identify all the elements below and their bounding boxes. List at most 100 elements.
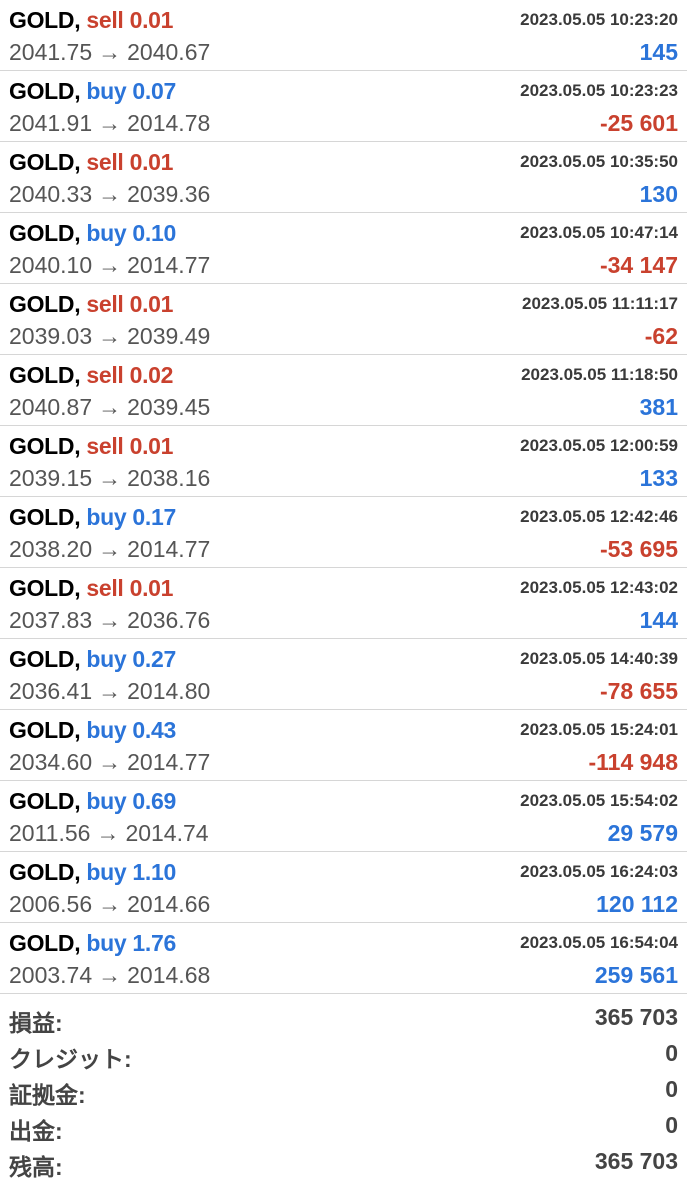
summary-row-credit: クレジット: 0 [0, 1036, 687, 1072]
deal-time: 2023.05.05 16:54:04 [520, 933, 678, 952]
deal-side-volume: sell 0.02 [86, 362, 174, 388]
deal-open-price: 2011.56 [9, 820, 91, 846]
deal-open-price: 2037.83 [9, 607, 93, 633]
deal-close-price: 2036.76 [127, 607, 211, 633]
deal-title: GOLD, buy 0.07 [9, 78, 176, 105]
deal-time: 2023.05.05 14:40:39 [520, 649, 678, 668]
summary-row-profit: 損益: 365 703 [0, 1000, 687, 1036]
deal-close-price: 2039.45 [127, 394, 211, 420]
deal-side-volume: sell 0.01 [86, 291, 174, 317]
deal-row[interactable]: GOLD, sell 0.01 2023.05.05 12:00:59 2039.15… [0, 426, 687, 497]
arrow-right-icon: → [98, 181, 122, 207]
deal-close-price: 2014.77 [127, 536, 211, 562]
deal-side-volume: sell 0.01 [86, 433, 174, 459]
deal-prices: 2036.41 → 2014.80 [9, 678, 210, 705]
deal-side-volume: buy 0.07 [86, 78, 176, 104]
deal-row[interactable]: GOLD, buy 1.76 2023.05.05 16:54:04 2003.74 →… [0, 923, 687, 994]
arrow-right-icon: → [98, 536, 122, 562]
deal-row[interactable]: GOLD, sell 0.02 2023.05.05 11:18:50 2040.87… [0, 355, 687, 426]
deal-profit: -78 655 [599, 678, 678, 704]
deal-time: 2023.05.05 16:24:03 [520, 862, 678, 881]
deal-symbol: GOLD, [9, 291, 81, 317]
deal-prices: 2034.60 → 2014.77 [9, 749, 210, 776]
arrow-right-icon: → [98, 891, 122, 917]
arrow-right-icon: → [98, 323, 122, 349]
deal-open-price: 2039.03 [9, 323, 93, 349]
deal-title: GOLD, sell 0.01 [9, 291, 173, 318]
deal-time: 2023.05.05 10:35:50 [520, 152, 678, 171]
summary-balance-value: 365 703 [594, 1148, 678, 1174]
deal-symbol: GOLD, [9, 717, 81, 743]
deal-open-price: 2036.41 [9, 678, 93, 704]
arrow-right-icon: → [98, 394, 122, 420]
deal-time: 2023.05.05 10:23:23 [520, 81, 678, 100]
deal-side-volume: sell 0.01 [86, 149, 174, 175]
account-summary: 損益: 365 703 クレジット: 0 証拠金: 0 出金: 0 残高: 36… [0, 994, 687, 1180]
deal-profit: 381 [639, 394, 678, 420]
deal-title: GOLD, sell 0.01 [9, 149, 173, 176]
deal-row[interactable]: GOLD, buy 0.10 2023.05.05 10:47:14 2040.10 →… [0, 213, 687, 284]
deal-side-volume: sell 0.01 [86, 7, 174, 33]
deal-close-price: 2014.77 [127, 252, 211, 278]
deal-row[interactable]: GOLD, sell 0.01 2023.05.05 12:43:02 2037.83… [0, 568, 687, 639]
deal-time: 2023.05.05 12:42:46 [520, 507, 678, 526]
deal-row[interactable]: GOLD, sell 0.01 2023.05.05 11:11:17 2039.03… [0, 284, 687, 355]
deal-open-price: 2041.75 [9, 39, 93, 65]
summary-row-deposit: 証拠金: 0 [0, 1072, 687, 1108]
arrow-right-icon: → [98, 39, 122, 65]
summary-deposit-label: 証拠金: [9, 1082, 86, 1108]
deal-open-price: 2040.10 [9, 252, 93, 278]
deal-open-price: 2040.33 [9, 181, 93, 207]
arrow-right-icon: → [98, 110, 122, 136]
deal-close-price: 2014.68 [127, 962, 211, 988]
deal-symbol: GOLD, [9, 504, 81, 530]
deal-profit: 120 112 [596, 891, 678, 917]
deal-title: GOLD, sell 0.01 [9, 7, 173, 34]
deal-profit: 130 [639, 181, 678, 207]
deal-title: GOLD, buy 0.69 [9, 788, 176, 815]
arrow-right-icon: → [98, 678, 122, 704]
deal-row[interactable]: GOLD, buy 0.17 2023.05.05 12:42:46 2038.20 →… [0, 497, 687, 568]
summary-profit-value: 365 703 [594, 1004, 678, 1030]
deal-prices: 2040.10 → 2014.77 [9, 252, 210, 279]
deal-prices: 2011.56 → 2014.74 [9, 820, 209, 847]
deal-close-price: 2039.49 [127, 323, 211, 349]
arrow-right-icon: → [96, 820, 120, 846]
deal-row[interactable]: GOLD, sell 0.01 2023.05.05 10:23:20 2041.75… [0, 0, 687, 71]
deal-profit: 259 561 [594, 962, 678, 988]
deal-row[interactable]: GOLD, buy 0.43 2023.05.05 15:24:01 2034.60 →… [0, 710, 687, 781]
deal-prices: 2038.20 → 2014.77 [9, 536, 210, 563]
deal-row[interactable]: GOLD, buy 0.07 2023.05.05 10:23:23 2041.91 →… [0, 71, 687, 142]
arrow-right-icon: → [98, 962, 122, 988]
deal-title: GOLD, buy 0.27 [9, 646, 176, 673]
summary-profit-label: 損益: [9, 1010, 63, 1036]
deal-close-price: 2014.78 [127, 110, 211, 136]
deal-profit: -62 [644, 323, 678, 349]
deal-row[interactable]: GOLD, buy 1.10 2023.05.05 16:24:03 2006.56 →… [0, 852, 687, 923]
deal-list: GOLD, sell 0.01 2023.05.05 10:23:20 2041.75… [0, 0, 687, 994]
deal-prices: 2003.74 → 2014.68 [9, 962, 210, 989]
deal-close-price: 2039.36 [127, 181, 211, 207]
deal-row[interactable]: GOLD, sell 0.01 2023.05.05 10:35:50 2040.33… [0, 142, 687, 213]
deal-close-price: 2040.67 [127, 39, 211, 65]
deal-close-price: 2038.16 [127, 465, 211, 491]
deal-side-volume: buy 1.10 [86, 859, 176, 885]
deal-symbol: GOLD, [9, 7, 81, 33]
deal-profit: -34 147 [599, 252, 678, 278]
deal-title: GOLD, sell 0.02 [9, 362, 173, 389]
summary-credit-label: クレジット: [9, 1046, 132, 1072]
summary-balance-label: 残高: [9, 1154, 63, 1180]
deal-open-price: 2041.91 [9, 110, 93, 136]
deal-close-price: 2014.77 [127, 749, 211, 775]
deal-title: GOLD, buy 1.76 [9, 930, 176, 957]
deal-open-price: 2039.15 [9, 465, 93, 491]
summary-row-withdrawal: 出金: 0 [0, 1108, 687, 1144]
arrow-right-icon: → [98, 252, 122, 278]
deal-side-volume: buy 0.69 [86, 788, 176, 814]
deal-row[interactable]: GOLD, buy 0.69 2023.05.05 15:54:02 2011.56 →… [0, 781, 687, 852]
arrow-right-icon: → [98, 749, 122, 775]
deal-open-price: 2006.56 [9, 891, 93, 917]
deal-close-price: 2014.80 [127, 678, 211, 704]
deal-row[interactable]: GOLD, buy 0.27 2023.05.05 14:40:39 2036.41 →… [0, 639, 687, 710]
deal-prices: 2039.03 → 2039.49 [9, 323, 210, 350]
